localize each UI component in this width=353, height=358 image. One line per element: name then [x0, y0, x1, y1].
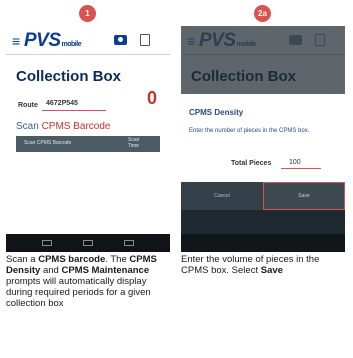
app-header: ≡ PVSmobile [6, 26, 170, 55]
hamburger-menu-icon: ≡ [187, 33, 196, 49]
app-logo: PVSmobile [199, 30, 257, 51]
scan-count: 0 [147, 88, 158, 108]
page-title: Collection Box [191, 68, 297, 85]
cpms-density-dialog: CPMS Density Enter the number of pieces … [181, 94, 345, 182]
back-icon[interactable] [42, 240, 52, 246]
dialog-title: CPMS Density [189, 108, 244, 117]
step-1-caption: Scan a CPMS barcode. The CPMS Density an… [6, 254, 157, 309]
camera-icon[interactable] [114, 35, 127, 45]
app-logo: PVSmobile [24, 30, 82, 51]
android-nav-bar [181, 234, 345, 252]
table-column-scan-time: Scan Time [128, 137, 140, 149]
route-label: Route [18, 102, 38, 109]
total-pieces-input[interactable]: 100 [281, 157, 321, 169]
total-pieces-label: Total Pieces [231, 160, 272, 167]
recent-apps-icon[interactable] [124, 240, 134, 246]
page-title: Collection Box [16, 68, 122, 85]
table-column-barcode: Scan CPMS Barcode [24, 140, 72, 146]
phone-screen-cpms-density: ≡ PVSmobile Collection Box CPMS Density … [181, 26, 345, 252]
cancel-button[interactable]: Cancel [181, 182, 263, 210]
dialog-buttons: Cancel Save [181, 182, 345, 210]
home-icon[interactable] [83, 240, 93, 246]
phone-screen-collection-box: ≡ PVSmobile Collection Box Route 4672P54… [6, 26, 170, 252]
dialog-message: Enter the number of pieces in the CPMS b… [189, 128, 310, 134]
calendar-icon [315, 34, 325, 46]
scan-instruction: Scan CPMS Barcode [16, 121, 111, 132]
step-2a-caption: Enter the volume of pieces in the CPMS b… [181, 254, 320, 276]
android-nav-bar [6, 234, 170, 252]
hamburger-menu-icon[interactable]: ≡ [12, 34, 20, 48]
step-badge-2a: 2a [254, 5, 271, 22]
save-button[interactable]: Save [263, 182, 345, 210]
app-header: ≡ PVSmobile [181, 26, 345, 55]
route-input[interactable]: 4672P545 [42, 98, 106, 111]
step-badge-1: 1 [79, 5, 96, 22]
calendar-icon[interactable] [140, 34, 150, 46]
dimmed-background: ≡ PVSmobile Collection Box [181, 26, 345, 94]
camera-icon [289, 35, 302, 45]
